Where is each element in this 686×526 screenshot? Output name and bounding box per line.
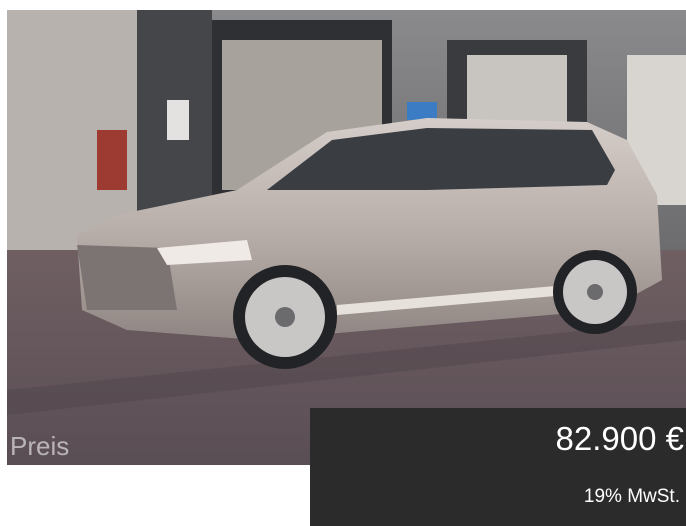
car-photo-icon <box>7 10 686 465</box>
vehicle-photo[interactable] <box>7 10 686 465</box>
price-label: Preis <box>10 431 70 461</box>
price-value: 82.900 € <box>555 420 684 457</box>
tax-note: 19% MwSt. <box>583 486 680 507</box>
price-panel: 82.900 € 19% MwSt. <box>310 408 686 526</box>
